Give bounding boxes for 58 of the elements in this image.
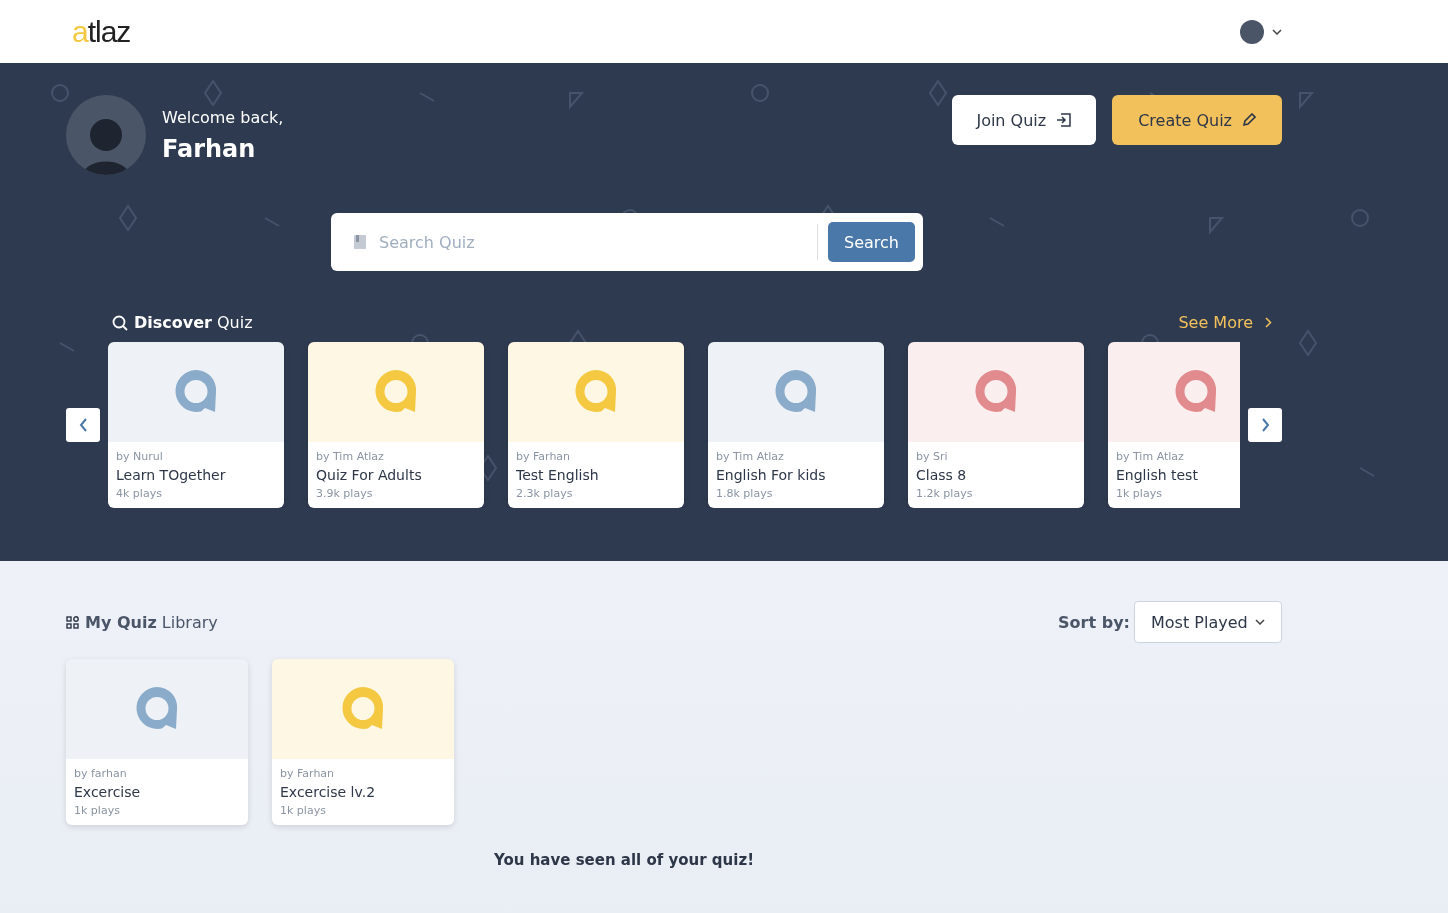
quiz-title: English test — [1116, 467, 1199, 483]
chevron-right-icon — [1260, 418, 1270, 432]
quiz-title: Class 8 — [916, 467, 968, 483]
quiz-title: Excercise — [74, 784, 142, 800]
quiz-card[interactable]: by Tim Atlaz Quiz For Adults 3.9k plays — [308, 342, 484, 508]
end-message: You have seen all of your quiz! — [492, 851, 755, 869]
enter-icon — [1056, 113, 1073, 127]
chevron-right-icon — [1265, 317, 1272, 328]
grid-icon — [66, 615, 79, 629]
quiz-plays: 1.8k plays — [716, 487, 774, 500]
quiz-author: by Tim Atlaz — [1116, 450, 1185, 463]
section-title: Discover Quiz — [134, 313, 253, 332]
book-icon — [353, 234, 367, 250]
quiz-card[interactable]: by Farhan Excercise lv.2 1k plays — [272, 659, 454, 825]
chevron-down-icon[interactable] — [1272, 28, 1282, 35]
chevron-down-icon — [1255, 619, 1265, 625]
user-name: Farhan — [162, 134, 257, 163]
quiz-author: by Farhan — [280, 767, 336, 780]
quiz-card[interactable]: by Sri Class 8 1.2k plays — [908, 342, 1084, 508]
quiz-author: by Tim Atlaz — [716, 450, 785, 463]
quiz-author: by Farhan — [516, 450, 572, 463]
join-quiz-button[interactable]: Join Quiz — [952, 95, 1097, 145]
quiz-title: English For kids — [716, 467, 827, 483]
avatar-icon[interactable] — [1240, 19, 1264, 44]
quiz-plays: 1k plays — [280, 804, 327, 817]
quiz-title: Quiz For Adults — [316, 467, 423, 483]
quiz-card[interactable]: by Tim Atlaz English test 1k plays — [1108, 342, 1240, 508]
quiz-card[interactable]: by farhan Excercise 1k plays — [66, 659, 248, 825]
quiz-author: by Sri — [916, 450, 949, 463]
quiz-card[interactable]: by Nurul Learn TOgether 4k plays — [108, 342, 284, 508]
previous-button[interactable] — [66, 408, 100, 442]
quiz-plays: 1.2k plays — [916, 487, 974, 500]
quiz-plays: 1k plays — [1116, 487, 1163, 500]
sort-label: Sort by: — [1058, 612, 1130, 632]
next-button[interactable] — [1248, 408, 1282, 442]
quiz-plays: 4k plays — [116, 487, 163, 500]
pencil-icon — [1242, 113, 1256, 127]
search-icon — [112, 314, 128, 331]
quiz-title: Test English — [516, 467, 600, 483]
quiz-plays: 3.9k plays — [316, 487, 374, 500]
section-title: My Quiz Library — [85, 612, 218, 632]
search-button[interactable]: Search — [828, 222, 915, 262]
create-quiz-button[interactable]: Create Quiz — [1112, 95, 1282, 145]
sort-dropdown[interactable]: Most Played — [1134, 601, 1282, 643]
see-more-link[interactable]: See More — [1178, 313, 1272, 332]
quiz-author: by farhan — [74, 767, 128, 780]
search-field[interactable]: Search Quiz Search — [331, 213, 923, 271]
quiz-author: by Tim Atlaz — [316, 450, 385, 463]
quiz-author: by Nurul — [116, 450, 164, 463]
quiz-card[interactable]: by Tim Atlaz English For kids 1.8k plays — [708, 342, 884, 508]
greeting-text: Welcome back, — [162, 107, 284, 127]
logo[interactable]: atlaz — [72, 14, 131, 49]
chevron-left-icon — [78, 418, 88, 432]
quiz-plays: 1k plays — [74, 804, 121, 817]
quiz-plays: 2.3k plays — [516, 487, 574, 500]
quiz-card[interactable]: by Farhan Test English 2.3k plays — [508, 342, 684, 508]
quiz-title: Excercise lv.2 — [280, 784, 377, 800]
quiz-title: Learn TOgether — [116, 467, 227, 483]
